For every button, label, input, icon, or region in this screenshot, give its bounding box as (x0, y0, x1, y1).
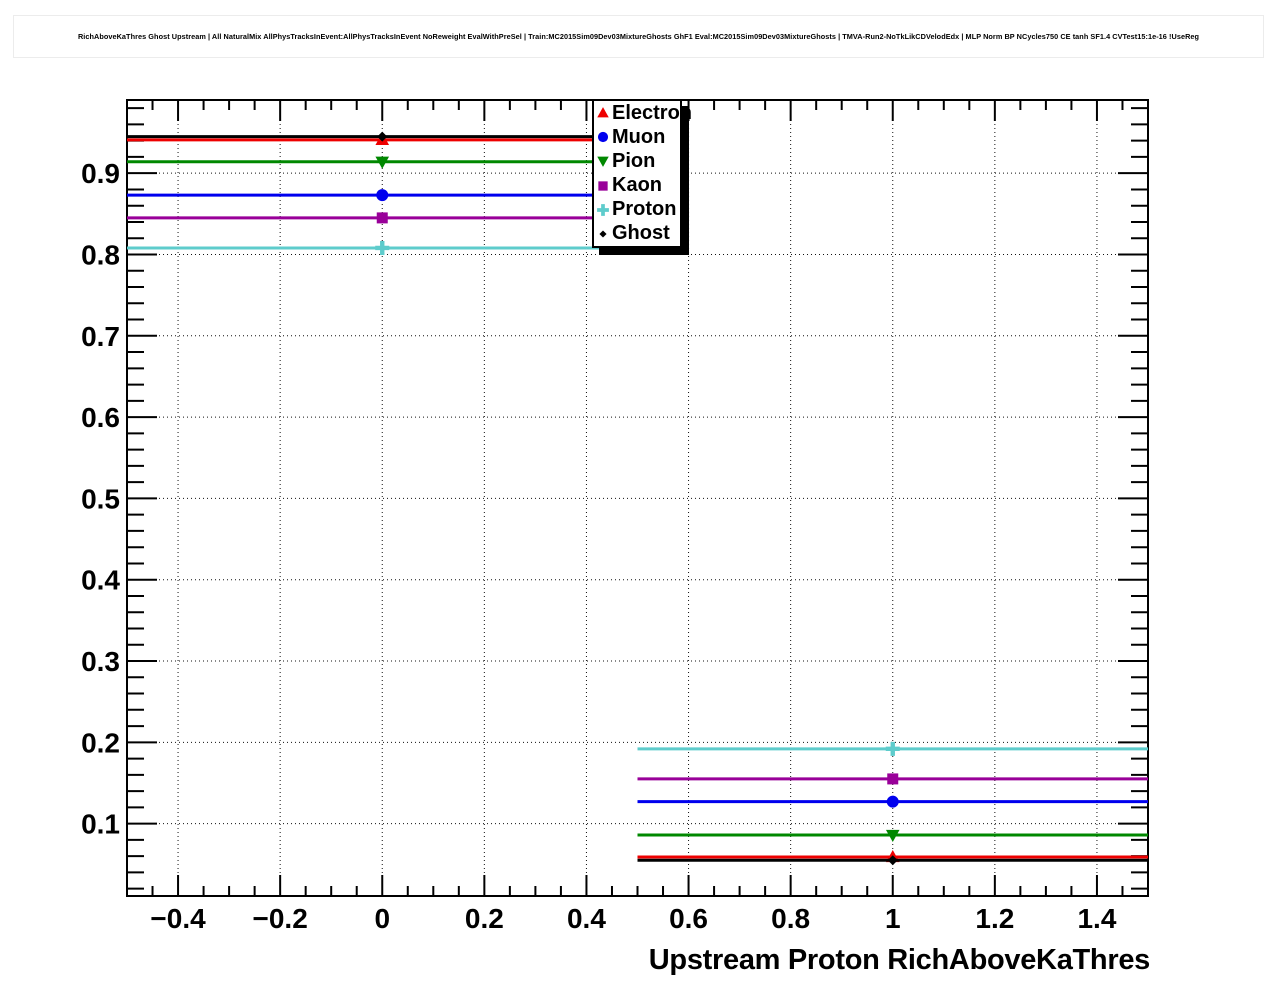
y-tick-label: 0.4 (81, 565, 120, 596)
square-marker (887, 773, 899, 785)
cross-marker (885, 741, 900, 756)
proton-legend-marker-icon (597, 203, 609, 216)
legend: Electron Muon Pion Kaon Proton Ghost (592, 99, 692, 248)
electron-legend-marker-icon (597, 107, 609, 118)
cross-marker (375, 240, 390, 255)
legend-entry-label: Ghost (612, 222, 670, 245)
legend-entry-pion: Pion (595, 149, 680, 173)
y-tick-label: 0.8 (81, 239, 120, 270)
circle-marker (597, 132, 609, 143)
kaon-legend-marker-icon (598, 180, 608, 191)
x-tick-label: 0 (374, 903, 390, 934)
square-marker (376, 212, 388, 224)
legend-entry-label: Pion (612, 149, 656, 172)
y-tick-label: 0.2 (81, 727, 120, 758)
x-tick-label: 0.4 (567, 903, 606, 934)
x-tick-label: 0.6 (669, 903, 708, 934)
legend-entry-electron: Electron (595, 101, 692, 125)
x-axis-labels: −0.4 −0.2 0 0.2 0.4 0.6 0.8 1 1.2 1.4 (150, 903, 1116, 934)
cross-marker (597, 203, 609, 216)
pion-legend-marker-icon (597, 156, 609, 168)
y-tick-label: 0.3 (81, 646, 120, 677)
y-axis-labels: 0.1 0.2 0.3 0.4 0.5 0.6 0.7 0.8 0.9 (81, 158, 120, 839)
muon-legend-marker-icon (597, 132, 609, 143)
legend-entry-muon: Muon (595, 125, 680, 149)
y-tick-label: 0.6 (81, 402, 120, 433)
circle-marker (376, 189, 389, 202)
x-tick-label: −0.2 (253, 903, 308, 934)
legend-entry-label: Muon (612, 125, 666, 148)
y-tick-label: 0.1 (81, 809, 120, 840)
legend-entry-ghost: Ghost (595, 222, 680, 246)
ghost-legend-marker-icon (599, 230, 607, 238)
legend-entry-label: Proton (612, 198, 677, 221)
diamond-marker (599, 230, 607, 238)
y-tick-label: 0.5 (81, 483, 120, 514)
x-tick-label: 1 (885, 903, 901, 934)
x-tick-label: 1.4 (1077, 903, 1116, 934)
legend-entry-kaon: Kaon (595, 174, 680, 198)
series-muon (127, 189, 1148, 808)
x-tick-label: 0.2 (465, 903, 504, 934)
triangle-up-marker (597, 107, 609, 118)
square-marker (598, 180, 608, 191)
y-tick-label: 0.7 (81, 321, 120, 352)
series-proton (127, 240, 1148, 756)
y-tick-label: 0.9 (81, 158, 120, 189)
triangle-down-marker (597, 156, 609, 168)
root-canvas: RichAboveKaThres Ghost Upstream | All Na… (0, 0, 1276, 996)
circle-marker (886, 795, 899, 808)
legend-entry-label: Electron (612, 101, 693, 124)
x-tick-label: 0.8 (771, 903, 810, 934)
x-tick-label: 1.2 (975, 903, 1014, 934)
x-axis-title: Upstream Proton RichAboveKaThres (648, 944, 1151, 976)
series-pion (127, 156, 1148, 843)
x-tick-label: −0.4 (150, 903, 206, 934)
legend-entry-label: Kaon (612, 174, 662, 197)
series-kaon (127, 212, 1148, 785)
legend-entry-proton: Proton (595, 198, 680, 222)
